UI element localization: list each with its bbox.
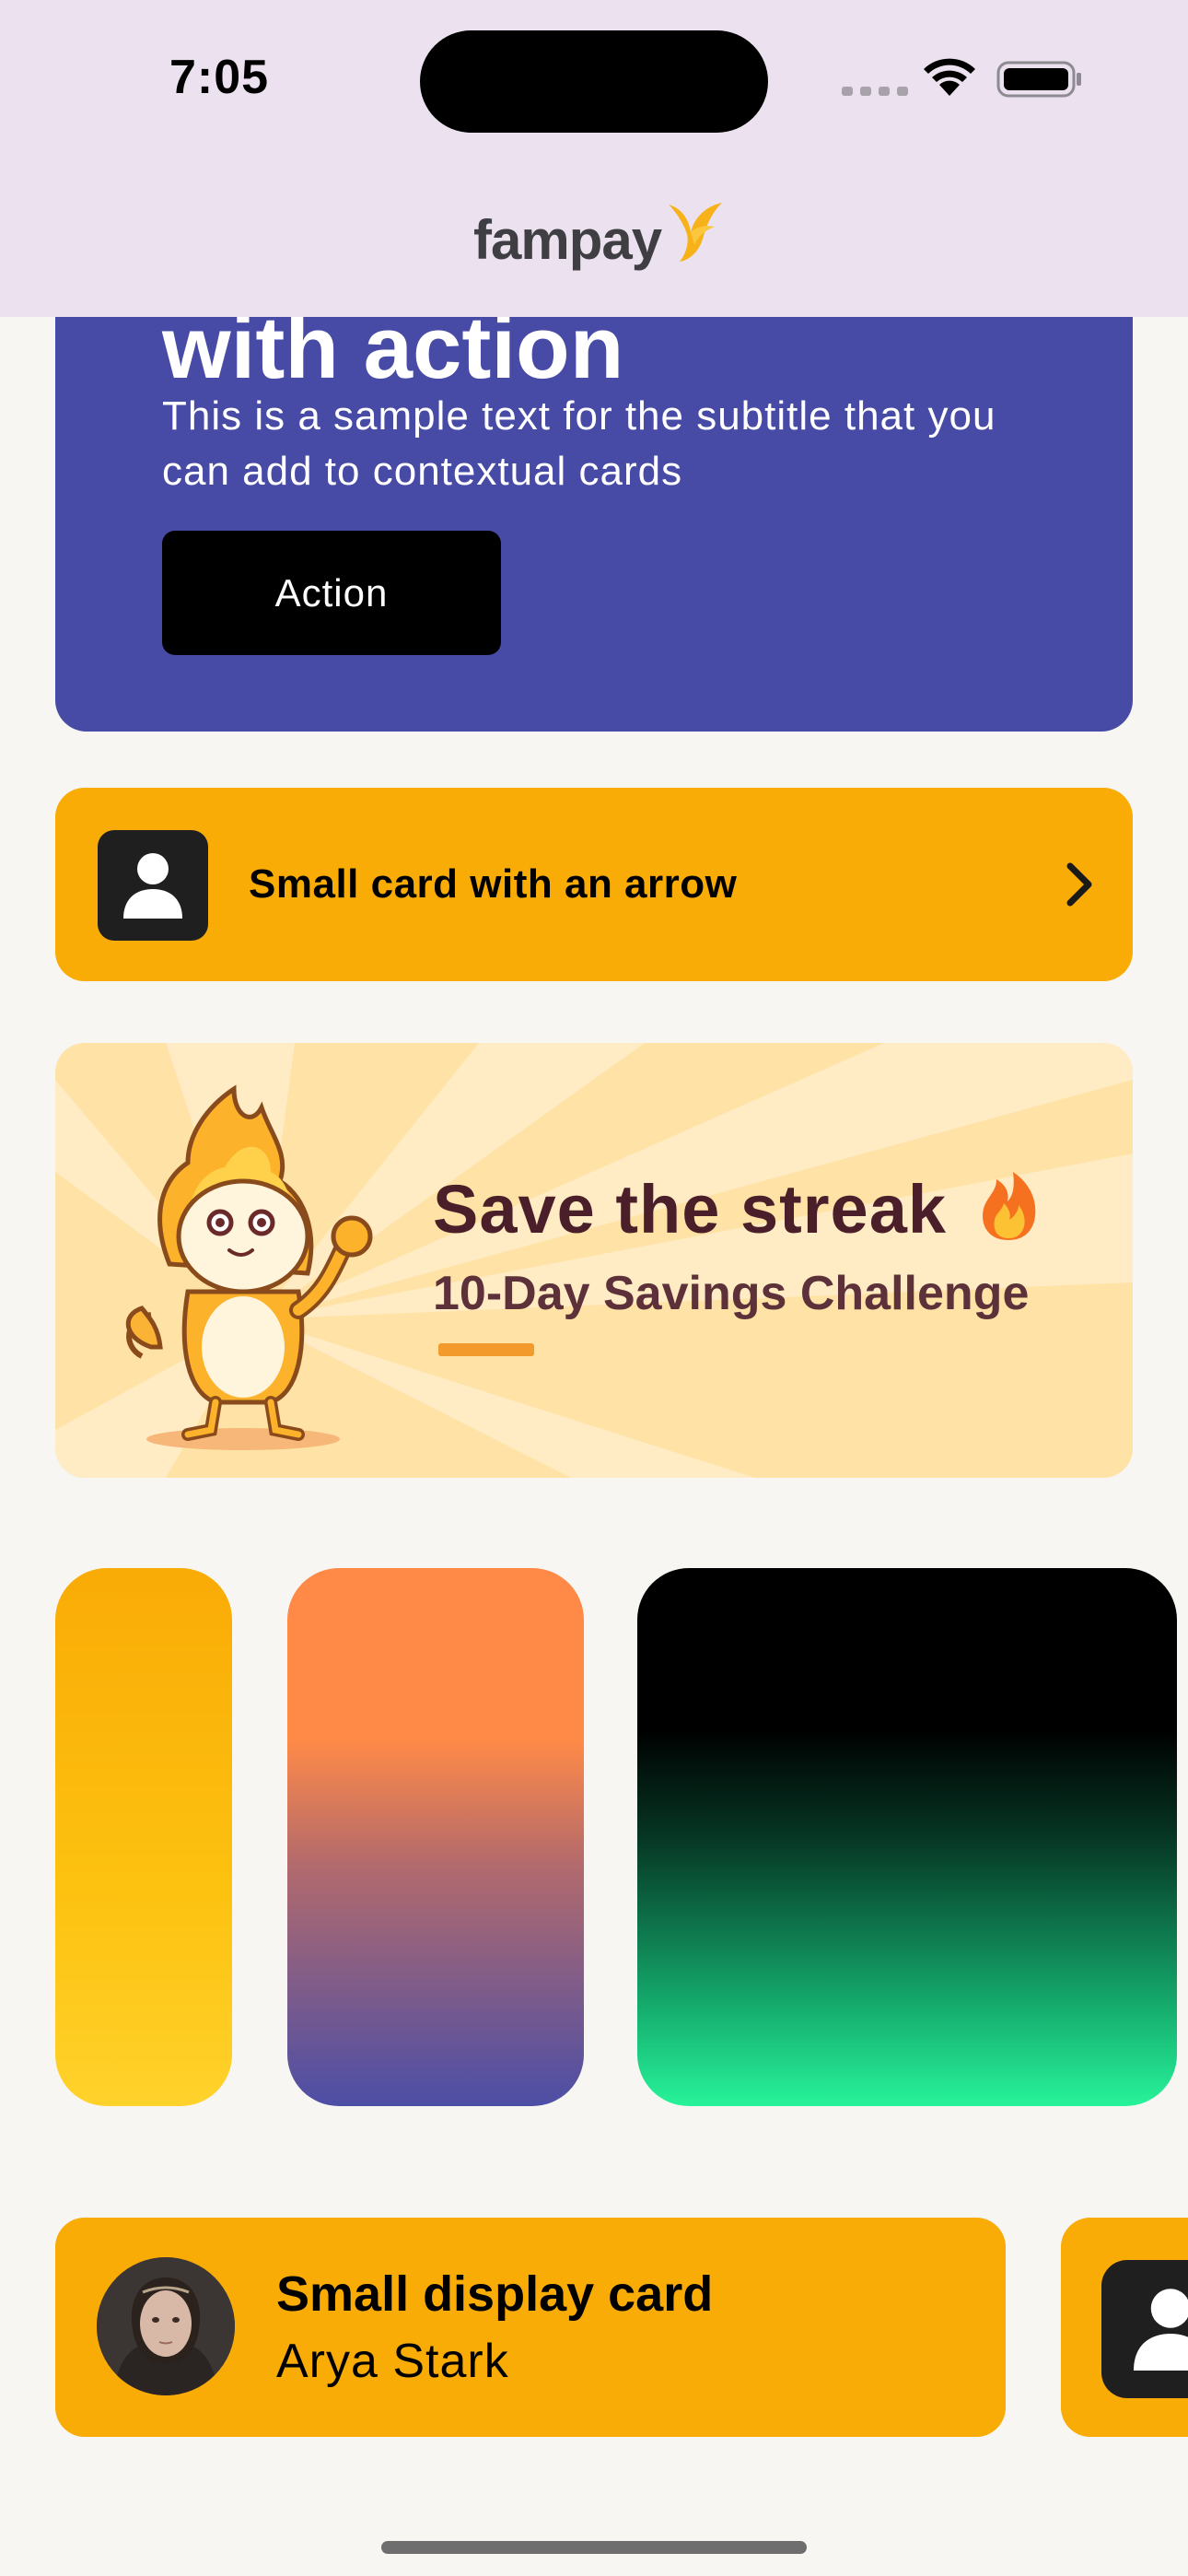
display-card-subtitle: Arya Stark: [276, 2335, 509, 2388]
hero-title: with action: [162, 299, 624, 397]
flame-mascot-illustration: [125, 1084, 373, 1450]
home-indicator[interactable]: [381, 2541, 807, 2554]
small-display-card-next[interactable]: [1061, 2218, 1188, 2437]
display-card-title: Small display card: [276, 2266, 714, 2322]
user-icon: [1134, 2289, 1188, 2371]
streak-subtitle: 10-Day Savings Challenge: [433, 1267, 1030, 1320]
small-card-with-arrow[interactable]: Small card with an arrow: [55, 788, 1133, 981]
fampay-logo: fampay: [473, 203, 724, 276]
subtitle-underline: [438, 1343, 534, 1356]
chevron-right-icon[interactable]: [1061, 861, 1098, 907]
gradient-card-yellow[interactable]: [55, 1568, 232, 2106]
hero-subtitle: This is a sample text for the subtitle t…: [162, 393, 996, 494]
small-display-card[interactable]: Small display card Arya Stark: [55, 2218, 1006, 2437]
app-header: 7:05 fampay: [0, 0, 1188, 317]
gradient-card-black-green[interactable]: [637, 1568, 1177, 2106]
profile-photo: [97, 2257, 235, 2395]
fire-icon: [983, 1172, 1036, 1240]
streak-banner[interactable]: Save the streak 10-Day Savings Challenge: [55, 1043, 1133, 1478]
user-icon: [123, 853, 182, 919]
card-label: Small card with an arrow: [249, 861, 738, 907]
user-avatar: [1101, 2260, 1188, 2398]
streak-title: Save the streak: [433, 1171, 948, 1247]
bird-icon: [669, 203, 723, 262]
dynamic-island: [420, 30, 768, 133]
battery-icon: [996, 61, 1081, 98]
status-icons: [842, 55, 1085, 101]
portrait-image: [97, 2257, 235, 2395]
status-time: 7:05: [169, 51, 270, 104]
user-avatar: [98, 830, 208, 941]
wifi-icon: [924, 58, 975, 96]
gradient-card-orange-purple[interactable]: [287, 1568, 584, 2106]
brand-name: fampay: [473, 208, 662, 271]
cellular-signal-icon: [842, 87, 908, 96]
action-button[interactable]: Action: [162, 531, 501, 655]
